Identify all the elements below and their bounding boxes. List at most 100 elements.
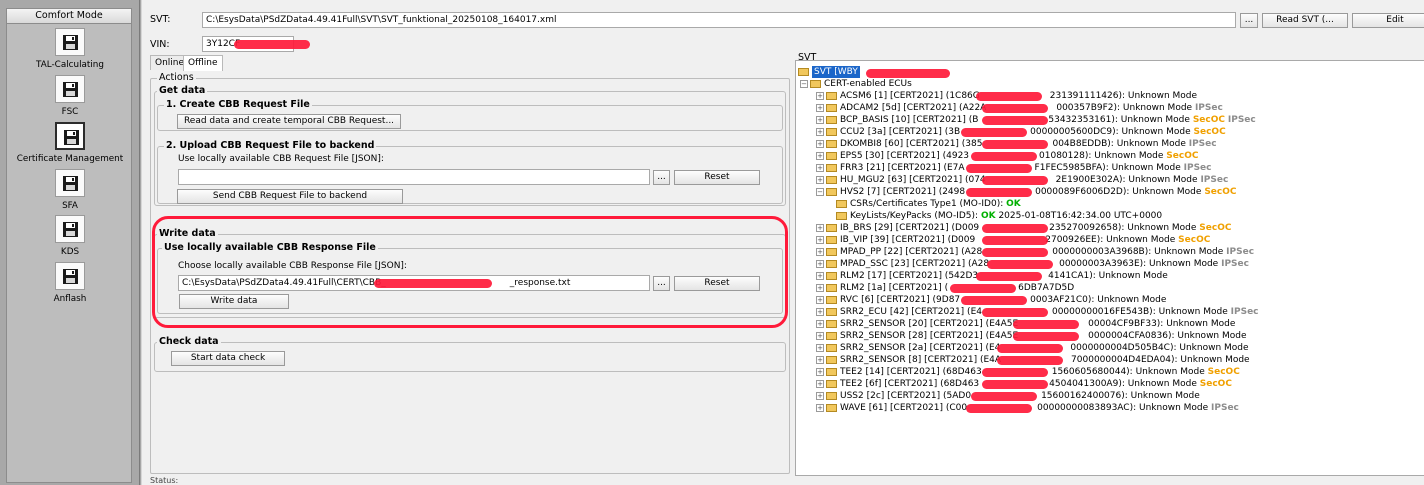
expand-icon[interactable]: +	[816, 151, 824, 160]
ecu-tag: IPSec	[1211, 403, 1239, 413]
expand-icon[interactable]: +	[816, 175, 824, 184]
ecu-node-name: MPAD_SSC [23] [CERT2021] (A28	[840, 259, 990, 269]
sidebar-item-label: Certificate Management	[16, 154, 124, 164]
expand-icon[interactable]: +	[816, 163, 824, 172]
expand-icon[interactable]: +	[816, 139, 824, 148]
svt-tree[interactable]: SVT [WBY − CERT-enabled ECUs + ACSM6 [1] […	[795, 60, 1424, 476]
expand-icon[interactable]: +	[816, 319, 824, 328]
ecu-node-name: HU_MGU2 [63] [CERT2021] (074	[840, 175, 986, 185]
annotation-highlight	[152, 216, 788, 328]
ecu-id-redaction	[981, 236, 1048, 245]
svt-root-redaction	[866, 69, 950, 78]
ecu-id-redaction	[981, 116, 1048, 125]
folder-icon	[826, 391, 837, 400]
collapse-icon[interactable]: −	[816, 187, 824, 196]
ecu-id-redaction	[960, 128, 1027, 137]
sidebar-item[interactable]: Anflash	[7, 262, 133, 304]
expand-icon[interactable]: +	[816, 91, 824, 100]
expand-icon[interactable]: +	[816, 271, 824, 280]
ecu-tag: IPSec	[1188, 139, 1217, 149]
ecu-id-redaction	[981, 176, 1048, 185]
ecu-node-tail: 01080128): Unknown Mode	[1039, 151, 1164, 161]
expand-icon[interactable]: +	[816, 391, 824, 400]
ecu-tag: SecOC	[1178, 235, 1211, 245]
expand-icon[interactable]: +	[816, 295, 824, 304]
expand-icon[interactable]: +	[816, 343, 824, 352]
ecu-node[interactable]: + RLM2 [1a] [CERT2021] (6DB7A7D5D	[816, 282, 1074, 294]
sidebar-item[interactable]: FSC	[7, 75, 133, 117]
ecu-id-redaction	[981, 380, 1048, 389]
ecu-node-name: RVC [6] [CERT2021] (9D87	[840, 295, 961, 305]
sidebar-item-label: SFA	[62, 201, 78, 211]
get-data-title: Get data	[157, 85, 208, 96]
upload-browse-button[interactable]: ...	[653, 170, 670, 185]
expand-icon[interactable]: +	[816, 103, 824, 112]
start-data-check-button[interactable]: Start data check	[171, 351, 285, 366]
comfort-mode-header[interactable]: Comfort Mode	[6, 8, 132, 24]
send-cbb-request-button[interactable]: Send CBB Request File to backend	[177, 189, 403, 204]
cert-ecus-group-node[interactable]: − CERT-enabled ECUs	[800, 78, 912, 90]
expand-icon[interactable]: +	[816, 115, 824, 124]
ecu-node-tail: 2E1900E302A): Unknown Mode	[1055, 175, 1198, 185]
expand-icon[interactable]: +	[816, 379, 824, 388]
floppy-disk-icon[interactable]	[55, 75, 85, 103]
hvs-child-node[interactable]: KeyLists/KeyPacks (MO-ID5): OK 2025-01-0…	[836, 210, 1162, 222]
ecu-node-tail: 7000000004D4EDA04): Unknown Mode	[1071, 355, 1250, 365]
expand-icon[interactable]: +	[816, 127, 824, 136]
expand-icon[interactable]: +	[816, 235, 824, 244]
expand-icon[interactable]: +	[816, 367, 824, 376]
ecu-node-tail: 6DB7A7D5D	[1018, 283, 1075, 293]
tab-offline[interactable]: Offline	[183, 55, 223, 71]
floppy-disk-icon[interactable]	[55, 215, 85, 243]
svt-browse-button[interactable]: ...	[1240, 13, 1258, 28]
floppy-disk-icon[interactable]	[55, 169, 85, 197]
ecu-tag: SecOC	[1166, 151, 1199, 161]
sidebar-item[interactable]: Certificate Management	[7, 122, 133, 164]
create-cbb-request-button[interactable]: Read data and create temporal CBB Reques…	[177, 114, 401, 129]
expand-icon[interactable]: +	[816, 283, 824, 292]
status-ok: OK	[980, 211, 996, 221]
upload-cbb-title: 2. Upload CBB Request File to backend	[164, 140, 377, 151]
ecu-node-tail: 0000000003A3968B): Unknown Mode	[1052, 247, 1224, 257]
sidebar-item[interactable]: TAL-Calculating	[7, 28, 133, 70]
ecu-node-name: FRR3 [21] [CERT2021] (E7A	[840, 163, 965, 173]
expand-icon[interactable]: +	[816, 355, 824, 364]
folder-icon	[826, 307, 837, 316]
read-svt-button[interactable]: Read SVT (...	[1262, 13, 1348, 28]
ecu-tag: SecOC	[1207, 367, 1240, 377]
svt-root-node[interactable]: SVT [WBY	[798, 66, 860, 78]
svt-path-field[interactable]: C:\EsysData\PSdZData4.49.41Full\SVT\SVT_…	[202, 12, 1236, 28]
expand-icon[interactable]: +	[816, 223, 824, 232]
ecu-id-redaction	[981, 104, 1048, 113]
expand-icon[interactable]: +	[816, 331, 824, 340]
ecu-node-tail: 00000005600DC9): Unknown Mode	[1030, 127, 1191, 137]
upload-hint: Use locally available CBB Request File […	[178, 154, 384, 164]
folder-icon	[826, 187, 837, 196]
floppy-disk-icon[interactable]	[55, 122, 85, 150]
folder-icon	[826, 319, 837, 328]
ecu-node-name: TEE2 [6f] [CERT2021] (68D463	[840, 379, 980, 389]
expand-icon[interactable]: +	[816, 247, 824, 256]
sidebar-item[interactable]: KDS	[7, 215, 133, 257]
collapse-icon[interactable]: −	[800, 79, 808, 88]
ecu-node-name: EPS5 [30] [CERT2021] (4923	[840, 151, 970, 161]
hvs-child-node[interactable]: CSRs/Certificates Type1 (MO-ID0): OK	[836, 198, 1021, 210]
ecu-id-redaction	[1012, 320, 1079, 329]
floppy-disk-icon[interactable]	[55, 28, 85, 56]
folder-icon	[826, 295, 837, 304]
upload-reset-button[interactable]: Reset	[674, 170, 760, 185]
ecu-tag: IPSec	[1221, 259, 1249, 269]
ecu-node-name: USS2 [2c] [CERT2021] (5AD0	[840, 391, 972, 401]
sidebar-item[interactable]: SFA	[7, 169, 133, 211]
ecu-node-name: SRR2_SENSOR [28] [CERT2021] (E4A5E	[840, 331, 1019, 341]
expand-icon[interactable]: +	[816, 403, 824, 412]
expand-icon[interactable]: +	[816, 259, 824, 268]
ecu-id-redaction	[997, 356, 1064, 365]
expand-icon[interactable]: +	[816, 307, 824, 316]
upload-file-field[interactable]	[178, 169, 650, 185]
ecu-node-tail: 15600162400076): Unknown Mode	[1041, 391, 1200, 401]
floppy-disk-icon[interactable]	[55, 262, 85, 290]
ecu-id-redaction	[981, 248, 1048, 257]
edit-button[interactable]: Edit	[1352, 13, 1424, 28]
svt-label: SVT:	[150, 14, 171, 25]
